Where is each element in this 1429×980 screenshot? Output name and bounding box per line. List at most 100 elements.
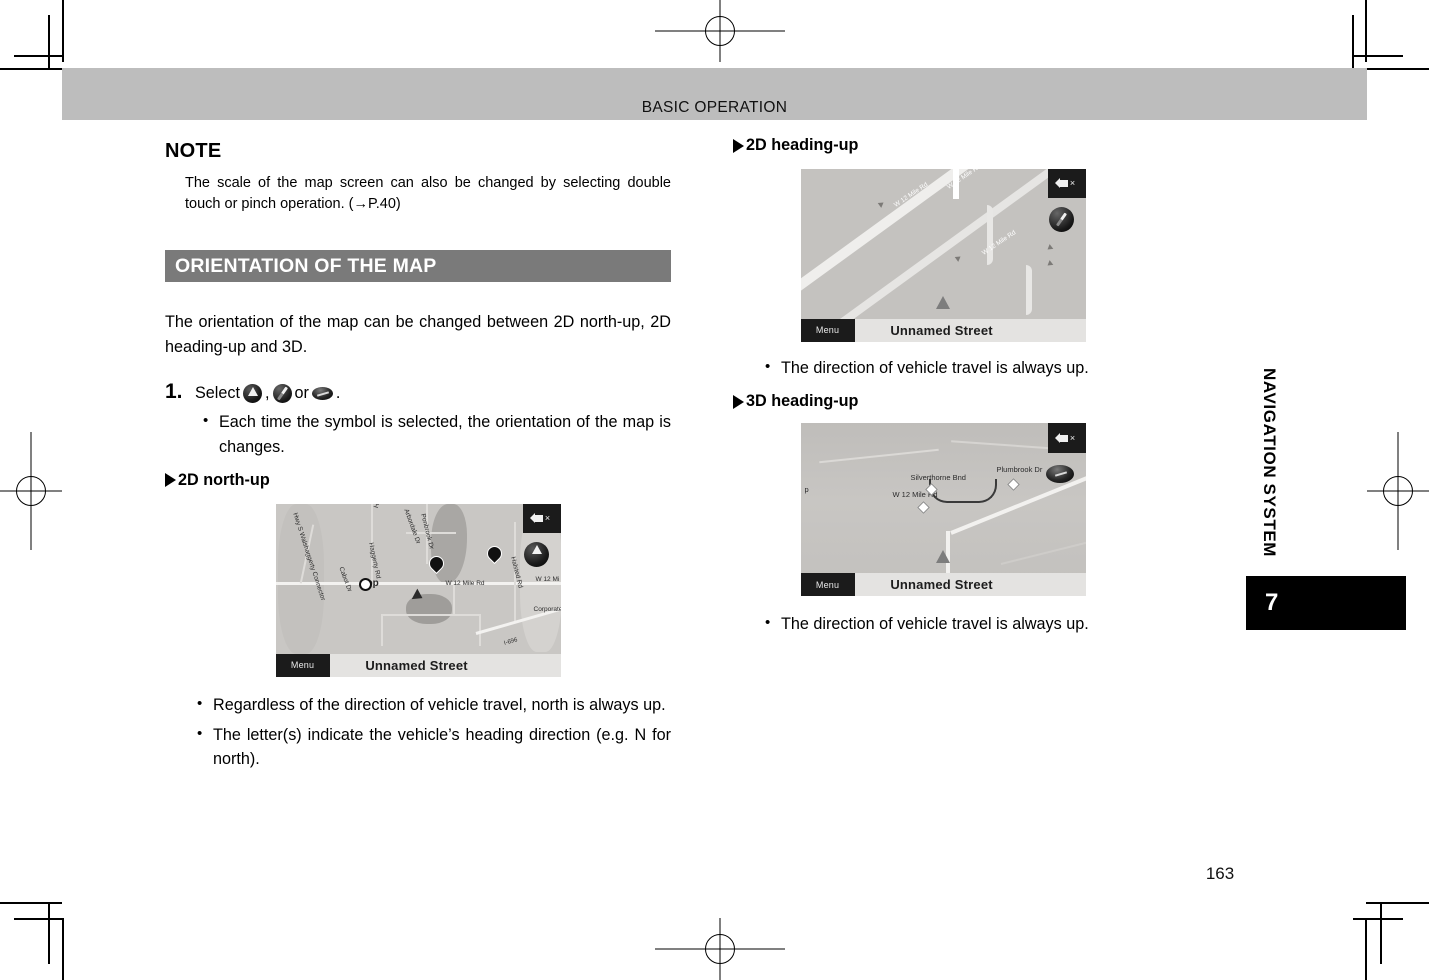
chapter-number: 7 [1265, 589, 1279, 616]
current-street-name: Unnamed Street [890, 577, 993, 593]
list-item: The letter(s) indicate the vehicle’s hea… [195, 723, 671, 772]
step-bullet-list: Each time the symbol is selected, the or… [201, 410, 671, 459]
step-1: 1. Select , or . [165, 380, 671, 404]
registration-mark-top [655, 0, 785, 62]
map-poi-marker [483, 542, 505, 564]
map-direction-arrow [954, 254, 962, 262]
crop-mark-bottom-left-inner-horizontal [14, 918, 62, 920]
crop-mark-top-left-inner-vertical [48, 15, 50, 68]
map-label: W 12 Mi [535, 575, 560, 583]
map-road [380, 613, 481, 616]
map-bottom-bar: Menu Unnamed Street [275, 653, 561, 677]
section-heading-bar: ORIENTATION OF THE MAP [165, 250, 671, 283]
crop-mark-bottom-left-inner-vertical [48, 902, 50, 964]
intro-paragraph: The orientation of the map can be change… [165, 313, 671, 357]
map-label: Arbordale Dr [401, 507, 422, 545]
mute-speaker-icon [1054, 432, 1068, 443]
map-screenshot-2d-north-up: Hwy S Walshaggerty Connector Cabot Dr Ha… [275, 503, 561, 677]
crop-mark-top-right-vertical [1365, 0, 1367, 62]
mute-button[interactable]: × [1048, 423, 1086, 453]
page-header-title: BASIC OPERATION [641, 99, 788, 116]
vehicle-position-arrow [936, 550, 950, 564]
section-heading-text: ORIENTATION OF THE MAP [175, 254, 437, 277]
map-direction-arrow [877, 200, 885, 208]
map-screenshot-3d-heading-up: Silverthorne Bnd Plumbrook Dr W 12 Mile … [800, 423, 1086, 597]
registration-mark-left [0, 432, 62, 550]
menu-button[interactable]: Menu [800, 572, 855, 597]
map-direction-arrow [1045, 244, 1053, 252]
map-pin [916, 501, 930, 515]
map-label: Silverthorne Bnd [910, 473, 966, 483]
mute-x-icon: × [544, 513, 551, 524]
subheading-2d-north-up: 2D north-up [165, 471, 671, 490]
map-3d-icon[interactable] [311, 387, 333, 401]
triangle-right-icon [165, 473, 176, 488]
map-road [452, 583, 455, 614]
mute-button[interactable]: × [1048, 169, 1086, 199]
triangle-right-icon [733, 138, 744, 153]
map-label: Hwy Rd [373, 504, 386, 509]
crop-mark-top-right-horizontal [1366, 68, 1429, 70]
crop-mark-top-right-inner-vertical [1352, 15, 1354, 68]
list-item: The direction of vehicle travel is alway… [763, 356, 1153, 380]
step-or: or [294, 384, 309, 403]
subheading-3d-heading-up: 3D heading-up [733, 392, 1153, 411]
list-item: Each time the symbol is selected, the or… [201, 410, 671, 459]
map-label: W 12 Mile Rd [980, 229, 1017, 257]
crop-mark-bottom-right-horizontal [1366, 902, 1429, 904]
step-text: Select , or . [195, 384, 341, 404]
page-number: 163 [1205, 864, 1235, 883]
map-road-main [808, 169, 1086, 342]
vehicle-position-arrow [936, 296, 950, 310]
step-label-select: Select [195, 384, 240, 403]
subheading-label: 3D heading-up [746, 392, 859, 411]
map-heading-up-icon[interactable] [272, 384, 292, 404]
sidebar-vertical-label: NAVIGATION SYSTEM [1260, 368, 1279, 558]
menu-button[interactable]: Menu [800, 318, 855, 342]
mute-x-icon: × [1069, 432, 1076, 443]
mute-x-icon: × [1069, 178, 1076, 189]
3d-view-icon[interactable] [1046, 464, 1075, 483]
crop-mark-bottom-right-inner-horizontal [1353, 918, 1403, 920]
map-label: Corporate [533, 605, 561, 613]
current-street-name: Unnamed Street [890, 322, 993, 338]
bullets-2d-north-up: Regardless of the direction of vehicle t… [195, 693, 671, 772]
map-canvas: W 12 Mile Rd W 12 Mile Rd W 12 Mile Rd [800, 169, 1086, 342]
heading-up-compass-icon[interactable] [1049, 207, 1075, 233]
bullets-3d-heading-up: The direction of vehicle travel is alway… [763, 612, 1153, 636]
map-road [818, 449, 939, 464]
crop-mark-bottom-right-inner-vertical [1380, 902, 1382, 964]
map-label: Haggerty Rd [366, 541, 382, 580]
chapter-tab: 7 [1246, 576, 1406, 630]
right-column: 2D heading-up W 12 Mile Rd W 12 Mile Rd … [733, 136, 1153, 637]
crop-mark-top-left-vertical [62, 0, 64, 62]
subheading-2d-heading-up: 2D heading-up [733, 136, 1153, 155]
map-poi-pin [358, 577, 372, 591]
mute-speaker-icon [1054, 178, 1068, 189]
registration-mark-bottom [655, 918, 785, 980]
mute-speaker-icon [529, 513, 543, 524]
map-label: I-696 [502, 637, 518, 647]
map-road-main [800, 169, 1086, 304]
map-pin [1006, 478, 1020, 492]
map-label: p [804, 485, 809, 495]
map-label: Plumbrook Dr [996, 465, 1043, 475]
menu-button[interactable]: Menu [275, 653, 330, 677]
north-up-compass-icon[interactable] [524, 541, 550, 567]
compass-glyph [524, 541, 550, 567]
map-road-curve [928, 479, 997, 504]
map-bottom-bar: Menu Unnamed Street [800, 572, 1086, 597]
map-north-up-icon[interactable] [243, 384, 262, 404]
map-road [1000, 536, 1086, 566]
note-body: The scale of the map screen can also be … [185, 175, 671, 213]
map-screenshot-2d-heading-up: W 12 Mile Rd W 12 Mile Rd W 12 Mile Rd ×… [800, 169, 1086, 342]
mute-button[interactable]: × [523, 503, 561, 534]
crop-mark-bottom-right-vertical [1365, 918, 1367, 980]
step-period: . [335, 384, 341, 403]
left-column: NOTE The scale of the map screen can als… [165, 140, 671, 772]
map-road-ramp [986, 205, 993, 265]
list-item: Regardless of the direction of vehicle t… [195, 693, 671, 717]
crop-mark-top-left-inner-horizontal [14, 55, 62, 57]
map-road-ramp [1025, 265, 1032, 315]
map-road [380, 615, 383, 646]
